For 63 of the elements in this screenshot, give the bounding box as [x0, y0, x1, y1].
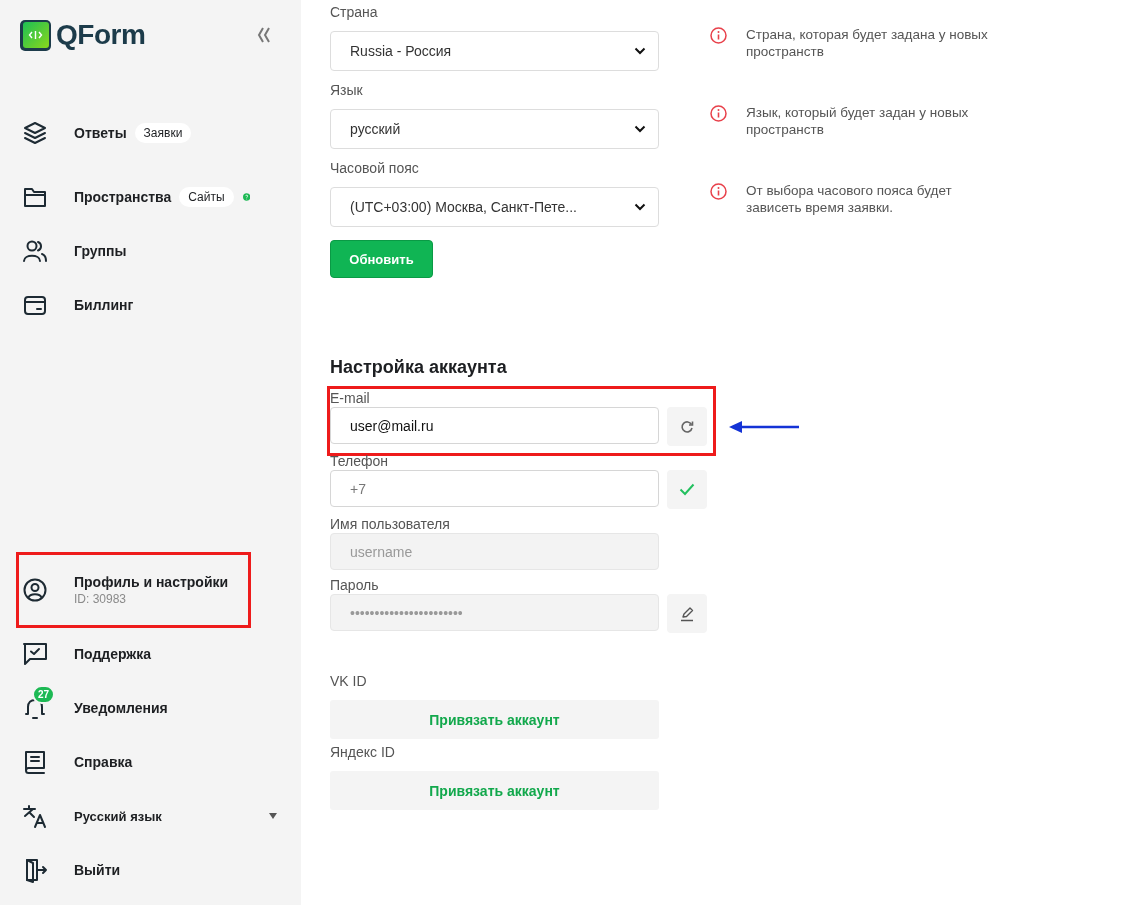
- nav-label: Справка: [74, 754, 133, 770]
- tag-label: Сайты: [179, 187, 234, 207]
- hint-text: Страна, которая будет задана у новых пространств: [746, 26, 989, 60]
- field-label: E-mail: [330, 390, 370, 406]
- nav-item[interactable]: Ответы Заявки: [17, 106, 250, 160]
- input-field[interactable]: user@mail.ru: [330, 407, 659, 444]
- input-field[interactable]: +7: [330, 470, 659, 507]
- nav-item[interactable]: Поддержка: [17, 627, 250, 681]
- nav-item[interactable]: Справка: [17, 735, 250, 789]
- nav-item[interactable]: Группы: [17, 224, 250, 278]
- chevron-down-icon: [634, 125, 646, 133]
- nav-item[interactable]: 27 Уведомления: [17, 681, 250, 735]
- field-label: Имя пользователя: [330, 516, 450, 532]
- field-label: Пароль: [330, 577, 379, 593]
- help-icon[interactable]: [242, 190, 250, 204]
- chevron-down-icon: [634, 203, 646, 211]
- layers-icon: [22, 120, 48, 146]
- hint-text: Язык, который будет задан у новых пространств: [746, 104, 970, 138]
- nav-item[interactable]: Русский язык: [17, 789, 250, 843]
- notification-count: 27: [32, 685, 56, 704]
- select-field[interactable]: (UTC+03:00) Москва, Санкт-Пете...: [330, 187, 659, 227]
- logo-text: QForm: [56, 19, 146, 51]
- user-circle-icon: [22, 577, 48, 603]
- nav-item[interactable]: Выйти: [17, 843, 250, 897]
- field-label: VK ID: [330, 672, 368, 690]
- field-label: Часовой пояс: [330, 159, 420, 177]
- field-label: Язык: [330, 81, 364, 99]
- info-icon: [710, 27, 727, 44]
- refresh-button[interactable]: [667, 407, 707, 446]
- field-label: Телефон: [330, 453, 389, 469]
- nav-label: Группы: [74, 243, 127, 259]
- dropdown-caret-icon[interactable]: [269, 813, 277, 819]
- field-label: Яндекс ID: [330, 743, 396, 761]
- chat-check-icon: [22, 641, 48, 667]
- nav-label: Пространства: [74, 189, 172, 205]
- section-title: Настройка аккаунта: [330, 356, 508, 378]
- select-field[interactable]: Russia - Россия: [330, 31, 659, 71]
- translate-icon: [22, 803, 48, 829]
- tag-label: Заявки: [134, 123, 192, 143]
- nav-item[interactable]: Биллинг: [17, 278, 250, 332]
- hint-text: От выбора часового пояса будет зависеть время заявки.: [746, 182, 953, 216]
- nav-label: Профиль и настройки: [74, 574, 229, 590]
- user-id-text: ID: 30983: [74, 592, 128, 606]
- refresh-icon: [680, 419, 694, 434]
- nav-label: Биллинг: [74, 297, 134, 313]
- logo-icon: [20, 19, 51, 51]
- pencil-icon: [679, 605, 695, 622]
- select-field[interactable]: русский: [330, 109, 659, 149]
- book-icon: [22, 749, 48, 775]
- nav-label: Выйти: [74, 862, 121, 878]
- nav-label: Уведомления: [74, 700, 168, 716]
- info-icon: [710, 183, 727, 200]
- users-icon: [22, 238, 48, 264]
- nav-item[interactable]: Пространства Сайты: [17, 170, 250, 224]
- collapse-sidebar-icon[interactable]: [257, 26, 271, 44]
- checkmark-icon: [679, 483, 695, 496]
- nav-item[interactable]: Профиль и настройки ID: 30983: [17, 553, 250, 627]
- nav-label: Ответы: [74, 125, 127, 141]
- info-icon: [710, 105, 727, 122]
- chevron-down-icon: [634, 47, 646, 55]
- field-label: Страна: [330, 3, 379, 21]
- nav-label: Русский язык: [74, 808, 162, 824]
- nav-label: Поддержка: [74, 646, 152, 662]
